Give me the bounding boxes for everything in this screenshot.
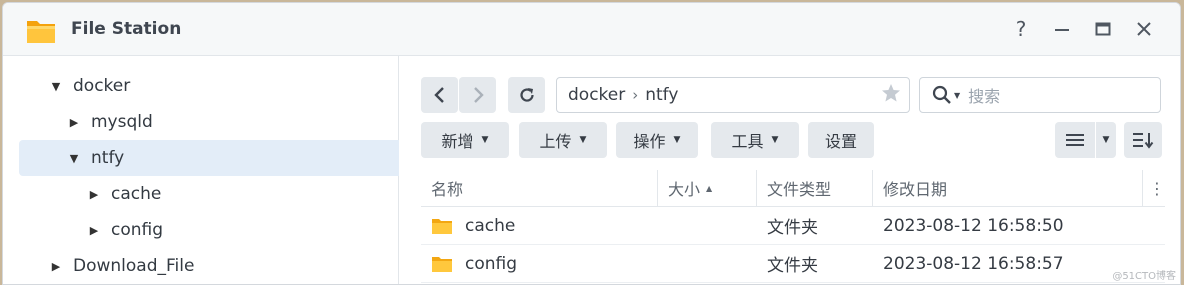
action-label: 操作 [633, 132, 666, 151]
star-icon[interactable] [881, 83, 901, 108]
file-name: cache [465, 215, 516, 236]
folder-icon [432, 256, 452, 272]
tree-item-docker[interactable]: ▼ docker [19, 68, 413, 104]
folder-icon [432, 218, 452, 234]
collapse-arrow-icon[interactable]: ▶ [87, 188, 101, 201]
path-bar[interactable]: docker › ntfy [556, 77, 910, 113]
column-header-name[interactable]: 名称 [421, 170, 658, 206]
breadcrumb-docker[interactable]: docker [568, 85, 625, 105]
folder-tree: ▼ docker ▶ mysqld ▼ ntfy ▶ cache ▶ confi… [3, 56, 431, 284]
back-button[interactable] [421, 77, 458, 113]
sort-ascending-icon: ▲ [706, 183, 713, 193]
caret-down-icon: ▼ [673, 135, 681, 145]
tree-item-label: mysqld [91, 112, 153, 132]
caret-down-icon: ▼ [481, 135, 489, 145]
file-size [658, 245, 757, 282]
file-station-window: File Station ? ▼ docker ▶ mysqld ▼ ntfy … [2, 2, 1181, 285]
maximize-icon[interactable] [1091, 17, 1115, 41]
file-station-app-icon [27, 21, 55, 43]
caret-down-icon: ▼ [1102, 135, 1110, 145]
action-button[interactable]: 操作 ▼ [616, 122, 698, 158]
breadcrumb-ntfy[interactable]: ntfy [645, 85, 678, 105]
tools-button[interactable]: 工具 ▼ [711, 122, 799, 158]
create-label: 新增 [441, 132, 474, 151]
search-field[interactable]: ▼ 搜索 [919, 77, 1161, 113]
sort-button[interactable] [1124, 122, 1162, 158]
tree-item-mysqld[interactable]: ▶ mysqld [19, 104, 431, 140]
caret-down-icon: ▼ [579, 135, 587, 145]
title-bar: File Station ? [3, 3, 1180, 56]
minimize-icon[interactable] [1050, 17, 1074, 41]
help-icon[interactable]: ? [1009, 17, 1033, 41]
upload-label: 上传 [539, 132, 572, 151]
sort-icon [1133, 133, 1154, 149]
table-row[interactable]: config 文件夹 2023-08-12 16:58:57 [421, 245, 1165, 283]
collapse-arrow-icon[interactable]: ▶ [67, 116, 81, 129]
file-size [658, 207, 757, 244]
settings-button[interactable]: 设置 [808, 122, 874, 158]
main-panel: docker › ntfy ▼ 搜索 新增▼ 上传▼ 操作▼ 工具▼ 设 [399, 56, 1180, 284]
column-label: 大小 [668, 180, 701, 199]
forward-button[interactable] [459, 77, 496, 113]
file-type: 文件夹 [767, 218, 818, 238]
tree-item-ntfy[interactable]: ▼ ntfy [19, 140, 431, 176]
table-header: 名称 大小 ▲ 文件类型 修改日期 ⋮ [421, 170, 1165, 207]
create-button[interactable]: 新增 ▼ [421, 122, 509, 158]
file-type: 文件夹 [767, 256, 818, 276]
chevron-right-icon [473, 87, 484, 103]
expand-arrow-icon[interactable]: ▼ [49, 80, 63, 93]
column-label: 名称 [431, 180, 464, 199]
window-title: File Station [71, 19, 182, 39]
column-header-type[interactable]: 文件类型 [757, 170, 873, 206]
tree-item-label: Download_File [73, 256, 195, 276]
refresh-icon [519, 88, 534, 102]
tree-item-config[interactable]: ▶ config [19, 212, 451, 248]
view-mode-button[interactable] [1055, 122, 1095, 158]
upload-button[interactable]: 上传 ▼ [519, 122, 607, 158]
search-dropdown-icon[interactable]: ▼ [954, 91, 960, 100]
tree-item-download-file[interactable]: ▶ Download_File [19, 248, 413, 284]
search-icon[interactable]: ▼ [932, 85, 960, 105]
breadcrumb-separator-icon: › [632, 86, 639, 104]
caret-down-icon: ▼ [771, 135, 779, 145]
column-header-modified[interactable]: 修改日期 [873, 170, 1143, 206]
column-options-icon[interactable]: ⋮ [1143, 170, 1165, 206]
close-icon[interactable] [1132, 17, 1156, 41]
collapse-arrow-icon[interactable]: ▶ [87, 224, 101, 237]
list-view-icon [1066, 134, 1084, 146]
column-label: 修改日期 [883, 180, 948, 199]
tree-item-label: docker [73, 76, 131, 96]
watermark: @51CTO博客 [1112, 271, 1176, 282]
settings-label: 设置 [824, 132, 857, 151]
tree-item-cache[interactable]: ▶ cache [19, 176, 451, 212]
tools-label: 工具 [731, 132, 764, 151]
file-modified: 2023-08-12 16:58:57 [883, 253, 1064, 274]
search-placeholder: 搜索 [968, 87, 1001, 106]
column-header-size[interactable]: 大小 ▲ [658, 170, 757, 206]
table-row[interactable]: cache 文件夹 2023-08-12 16:58:50 [421, 207, 1165, 245]
refresh-button[interactable] [508, 77, 545, 113]
file-name: config [465, 253, 518, 274]
view-mode-dropdown[interactable]: ▼ [1096, 122, 1116, 158]
tree-item-label: ntfy [91, 148, 125, 168]
expand-arrow-icon[interactable]: ▼ [67, 152, 81, 165]
column-label: 文件类型 [767, 180, 832, 199]
chevron-left-icon [433, 87, 444, 103]
collapse-arrow-icon[interactable]: ▶ [49, 260, 63, 273]
tree-item-label: config [111, 220, 164, 240]
file-modified: 2023-08-12 16:58:50 [883, 215, 1064, 236]
tree-item-label: cache [111, 184, 162, 204]
